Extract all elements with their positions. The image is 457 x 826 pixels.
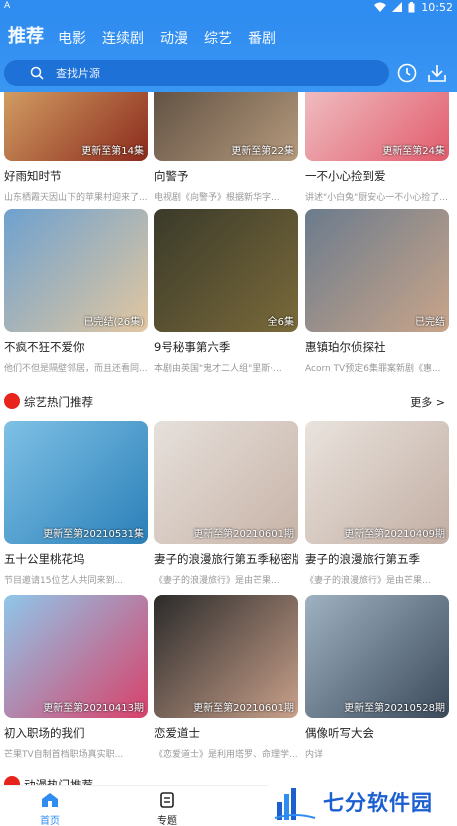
nav-topic-label: 专题	[157, 816, 177, 826]
media-title[interactable]: 一不小心捡到爱	[305, 168, 449, 184]
media-card[interactable]: 更新至第20210601期妻子的浪漫旅行第五季秘密版《妻子的浪漫旅行》是由芒果.…	[154, 421, 298, 586]
nav-topic[interactable]: 专题	[137, 792, 197, 826]
media-title[interactable]: 不疯不狂不爱你	[4, 339, 148, 355]
media-card[interactable]: 更新至第14集好雨知时节山东栖霞天因山下的苹果村迎来了...	[4, 92, 148, 203]
update-badge: 更新至第20210601期	[193, 703, 294, 714]
media-title[interactable]: 妻子的浪漫旅行第五季	[305, 551, 449, 567]
media-poster[interactable]: 更新至第14集	[4, 92, 148, 161]
media-poster[interactable]: 更新至第20210531集	[4, 421, 148, 544]
media-title[interactable]: 惠镇珀尔侦探社	[305, 339, 449, 355]
update-badge: 更新至第20210528期	[344, 703, 445, 714]
media-poster[interactable]: 已完结(26集)	[4, 209, 148, 332]
media-description: 《恋爱道士》是利用塔罗、命理学...	[154, 750, 298, 760]
search-bar[interactable]	[4, 60, 389, 86]
section-dot-icon	[4, 776, 20, 785]
media-description: 电视剧《向警予》根据新华字...	[154, 193, 280, 203]
media-description: 内详	[305, 750, 324, 760]
update-badge: 更新至第20210413期	[43, 703, 144, 714]
update-badge: 更新至第20210531集	[43, 529, 144, 540]
media-title[interactable]: 向警予	[154, 168, 298, 184]
media-title[interactable]: 五十公里桃花坞	[4, 551, 148, 567]
media-poster[interactable]: 更新至第20210601期	[154, 595, 298, 718]
media-card[interactable]: 更新至第20210409期妻子的浪漫旅行第五季《妻子的浪漫旅行》是由芒果...	[305, 421, 449, 586]
notification-icon: A	[4, 1, 11, 11]
media-card[interactable]: 已完结惠镇珀尔侦探社 Acorn TV预定6集罪案新剧《惠...	[305, 209, 449, 374]
update-badge: 更新至第20210409期	[344, 529, 445, 540]
section-title: 综艺热门推荐	[24, 395, 93, 409]
media-description: 《妻子的浪漫旅行》是由芒果...	[305, 576, 431, 586]
section-title: 动漫热门推荐	[24, 778, 93, 785]
media-title[interactable]: 好雨知时节	[4, 168, 148, 184]
history-icon[interactable]	[396, 62, 418, 84]
media-poster[interactable]: 更新至第22集	[154, 92, 298, 161]
media-description: 讲述"小白兔"厨安心一不小心捡了...	[305, 193, 448, 203]
media-poster[interactable]: 更新至第20210409期	[305, 421, 449, 544]
media-card[interactable]: 更新至第20210601期恋爱道士《恋爱道士》是利用塔罗、命理学...	[154, 595, 298, 760]
update-badge: 已完结	[415, 317, 445, 328]
tab-series[interactable]: 连续剧	[102, 28, 144, 48]
media-card[interactable]: 已完结(26集) 不疯不狂不爱你他们不但是隔壁邻居，而且还看同...	[4, 209, 148, 374]
media-description: 《妻子的浪漫旅行》是由芒果...	[154, 576, 280, 586]
nav-home-label: 首页	[40, 816, 60, 826]
more-link[interactable]: 更多 >	[410, 394, 445, 410]
home-icon	[42, 793, 58, 807]
battery-icon	[408, 1, 415, 12]
media-card[interactable]: 更新至第20210531集五十公里桃花坞节目邀请15位艺人共同来到...	[4, 421, 148, 586]
tab-variety[interactable]: 综艺	[204, 28, 232, 48]
media-card[interactable]: 更新至第24集一不小心捡到爱讲述"小白兔"厨安心一不小心捡了...	[305, 92, 449, 203]
media-poster[interactable]: 更新至第20210528期	[305, 595, 449, 718]
update-badge: 更新至第14集	[81, 146, 144, 157]
media-title[interactable]: 恋爱道士	[154, 725, 298, 741]
section-dot-icon	[4, 393, 20, 409]
section-variety-header: 综艺热门推荐 更多 >	[0, 391, 457, 413]
tab-movie[interactable]: 电影	[58, 28, 86, 48]
nav-home[interactable]: 首页	[20, 792, 80, 826]
search-input[interactable]	[56, 66, 306, 80]
media-description: 本剧由英国"鬼才二人组"里斯·...	[154, 364, 282, 374]
watermark: 七分软件园	[267, 778, 457, 826]
media-card[interactable]: 更新至第20210528期偶像听写大会内详	[305, 595, 449, 760]
update-badge: 全6集	[267, 317, 294, 328]
category-tabs: 推荐 电影 连续剧 动漫 综艺 番剧	[8, 22, 292, 48]
content-area: 综艺热门推荐 更多 > 动漫热门推荐 更新至第14集好雨知时节山东栖霞天因山下的…	[0, 92, 457, 785]
media-poster[interactable]: 更新至第24集	[305, 92, 449, 161]
media-card[interactable]: 更新至第20210413期初入职场的我们芒果TV自制首档职场真实职...	[4, 595, 148, 760]
topic-icon	[160, 792, 174, 808]
download-icon[interactable]	[426, 62, 448, 84]
media-poster[interactable]: 全6集	[154, 209, 298, 332]
media-description: Acorn TV预定6集罪案新剧《惠...	[305, 364, 441, 374]
watermark-logo	[274, 788, 316, 820]
search-icon	[30, 66, 44, 80]
media-poster[interactable]: 更新至第20210413期	[4, 595, 148, 718]
tab-anime[interactable]: 动漫	[160, 28, 188, 48]
media-description: 山东栖霞天因山下的苹果村迎来了...	[4, 193, 148, 203]
media-title[interactable]: 初入职场的我们	[4, 725, 148, 741]
media-card[interactable]: 更新至第22集向警予电视剧《向警予》根据新华字...	[154, 92, 298, 203]
media-card[interactable]: 全6集 9号秘事第六季本剧由英国"鬼才二人组"里斯·...	[154, 209, 298, 374]
media-poster[interactable]: 更新至第20210601期	[154, 421, 298, 544]
media-description: 芒果TV自制首档职场真实职...	[4, 750, 124, 760]
media-poster[interactable]: 已完结	[305, 209, 449, 332]
signal-icon	[392, 2, 403, 12]
wifi-icon	[374, 2, 387, 12]
update-badge: 更新至第24集	[382, 146, 445, 157]
watermark-text: 七分软件园	[323, 791, 433, 815]
update-badge: 更新至第22集	[231, 146, 294, 157]
app-header: 推荐 电影 连续剧 动漫 综艺 番剧	[0, 14, 457, 92]
tab-recommend[interactable]: 推荐	[8, 22, 44, 48]
update-badge: 已完结(26集)	[83, 317, 144, 328]
update-badge: 更新至第20210601期	[193, 529, 294, 540]
media-title[interactable]: 9号秘事第六季	[154, 339, 298, 355]
media-description: 节目邀请15位艺人共同来到...	[4, 576, 124, 586]
media-description: 他们不但是隔壁邻居，而且还看同...	[4, 364, 148, 374]
media-title[interactable]: 偶像听写大会	[305, 725, 449, 741]
media-title[interactable]: 妻子的浪漫旅行第五季秘密版	[154, 551, 298, 567]
status-time: 10:52	[421, 0, 453, 14]
status-bar: A 10:52	[0, 0, 457, 14]
tab-bangumi[interactable]: 番剧	[248, 28, 276, 48]
